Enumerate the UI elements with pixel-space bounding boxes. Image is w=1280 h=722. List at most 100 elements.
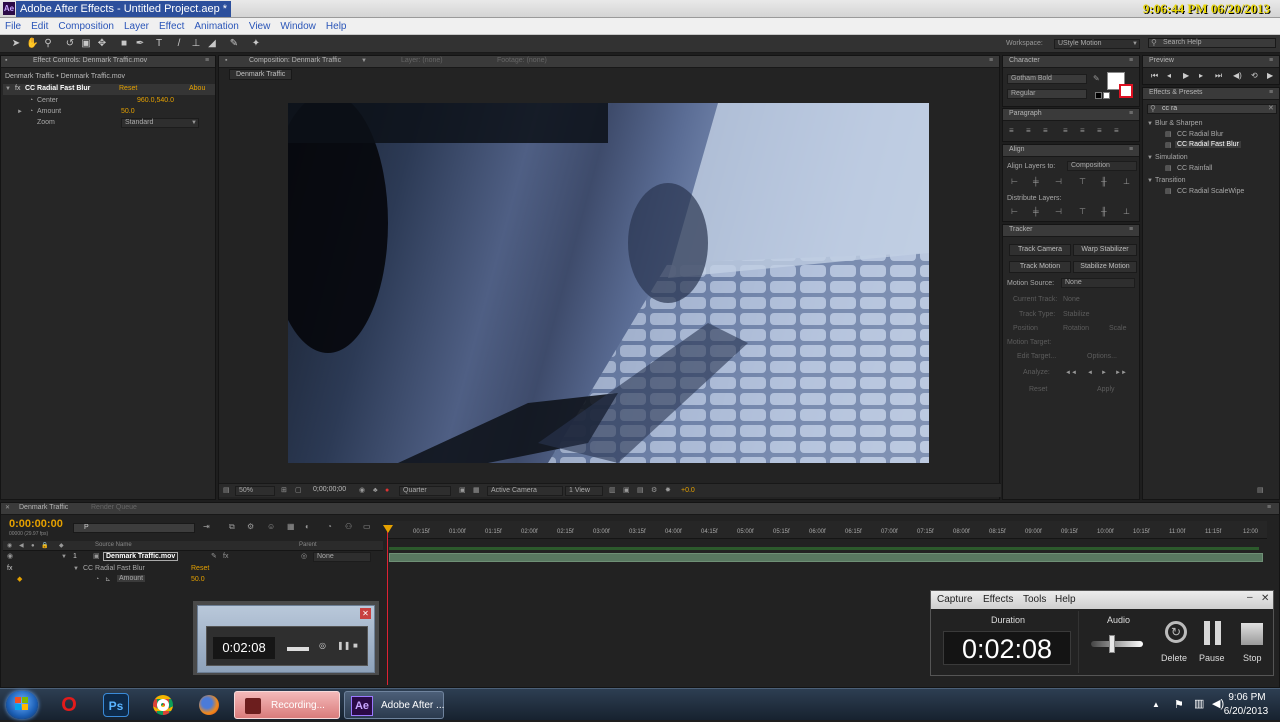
options-button[interactable]: Options...: [1087, 353, 1117, 360]
menu-view[interactable]: View: [244, 18, 276, 35]
work-area-icon[interactable]: ▭: [363, 522, 371, 532]
first-frame-icon[interactable]: ⏮: [1151, 71, 1158, 81]
rotation-tool-icon[interactable]: ↺: [64, 38, 76, 50]
panel-menu-icon[interactable]: ≡: [989, 56, 993, 66]
zoom-select[interactable]: Standard: [121, 118, 199, 128]
white-swatch[interactable]: [1103, 92, 1110, 99]
effects-search-input[interactable]: cc ra: [1147, 104, 1277, 114]
chevron-down-icon[interactable]: ▼: [361, 56, 367, 66]
eye-icon[interactable]: ◉: [7, 552, 13, 562]
align-to-select[interactable]: Composition: [1067, 161, 1137, 171]
render-queue-tab[interactable]: Render Queue: [91, 504, 137, 511]
roto-brush-tool-icon[interactable]: ✎: [228, 38, 240, 50]
previous-frame-icon[interactable]: ◂: [1167, 71, 1171, 81]
effect-layer-row[interactable]: fx ▼ CC Radial Fast Blur Reset: [3, 564, 383, 575]
system-clock-date[interactable]: 6/20/2013: [1216, 706, 1276, 717]
brainstorm-icon[interactable]: ⚇: [345, 522, 352, 532]
stopwatch-icon[interactable]: ◔: [95, 575, 99, 585]
snapshot-camera-icon[interactable]: ◉: [359, 486, 365, 496]
justify-left-icon[interactable]: ≡: [1063, 126, 1068, 136]
menu-layer[interactable]: Layer: [119, 18, 154, 35]
network-icon[interactable]: ▥: [1194, 697, 1204, 710]
rotation-checkbox[interactable]: Rotation: [1063, 325, 1089, 332]
reset-exposure-icon[interactable]: ✸: [665, 486, 671, 496]
effects-presets-tab[interactable]: Effects & Presets: [1149, 89, 1203, 96]
zoom-tool-icon[interactable]: ⚲: [42, 38, 54, 50]
distribute-icon[interactable]: ╪: [1033, 207, 1039, 217]
analyze-forward-icon[interactable]: ►: [1101, 368, 1107, 378]
exposure-value[interactable]: +0.0: [681, 487, 695, 494]
align-left-icon[interactable]: ⊢: [1011, 177, 1018, 187]
effect-controls-tab[interactable]: Effect Controls: Denmark Traffic.mov: [33, 57, 147, 64]
close-tab-icon[interactable]: ✕: [5, 503, 10, 513]
align-horizontal-center-icon[interactable]: ╪: [1033, 177, 1039, 187]
preview-tab[interactable]: Preview: [1149, 57, 1174, 64]
panel-lock-icon[interactable]: ▪: [225, 56, 227, 66]
panel-menu-icon[interactable]: ≡: [1269, 88, 1273, 98]
align-right-text-icon[interactable]: ≡: [1043, 126, 1048, 136]
align-top-icon[interactable]: ⊤: [1079, 177, 1086, 187]
minimize-icon[interactable]: –: [1247, 592, 1253, 603]
show-hidden-icons-icon[interactable]: ▲: [1152, 700, 1160, 709]
transparency-grid-icon[interactable]: ▦: [473, 486, 480, 496]
align-left-text-icon[interactable]: ≡: [1009, 126, 1014, 136]
zoom-level-select[interactable]: 50%: [235, 486, 275, 496]
shy-switch-icon[interactable]: ✎: [211, 552, 217, 562]
menu-window[interactable]: Window: [275, 18, 321, 35]
analyze-step-forward-icon[interactable]: ►►: [1115, 368, 1127, 378]
draft-3d-icon[interactable]: ⚙: [247, 522, 254, 532]
search-help-input[interactable]: Search Help: [1148, 38, 1276, 48]
frame-blending-icon[interactable]: ▦: [287, 522, 295, 532]
reset-track-button[interactable]: Reset: [1029, 386, 1047, 393]
delete-button[interactable]: ↻ Delete: [1159, 621, 1193, 667]
region-of-interest-icon[interactable]: ▣: [459, 486, 466, 496]
time-ruler[interactable]: 00:15f 01:00f 01:15f 02:00f 02:15f 03:00…: [387, 521, 1267, 539]
hand-tool-icon[interactable]: ✋: [26, 38, 38, 50]
recorder-menu-effects[interactable]: Effects: [983, 594, 1013, 605]
audio-icon[interactable]: ◀): [1233, 71, 1242, 81]
tracker-tab[interactable]: Tracker: [1009, 226, 1032, 233]
menu-file[interactable]: File: [0, 18, 26, 35]
timeline-current-time[interactable]: 0:00:00:00: [9, 518, 63, 530]
tree-item-cc-radial-fast-blur[interactable]: ▤ CC Radial Fast Blur: [1147, 141, 1277, 152]
align-vertical-center-icon[interactable]: ╫: [1101, 177, 1107, 187]
new-folder-icon[interactable]: ▤: [1257, 486, 1264, 496]
pickwhip-icon[interactable]: ◎: [301, 552, 307, 562]
pause-button[interactable]: Pause: [1197, 621, 1231, 667]
toggle-pixel-aspect-icon[interactable]: ▥: [609, 486, 616, 496]
amount-property-row[interactable]: ◆ ◔ ⊾ Amount 50.0: [3, 575, 383, 586]
effect-about-link[interactable]: Abou: [189, 85, 205, 92]
magnify-icon[interactable]: ▤: [223, 486, 230, 496]
recorder-menu-capture[interactable]: Capture: [937, 594, 973, 605]
fx-icon[interactable]: fx: [15, 84, 20, 94]
stopwatch-icon[interactable]: ◔: [29, 107, 33, 117]
workspace-select[interactable]: UStyle Motion: [1054, 39, 1140, 49]
panel-menu-icon[interactable]: ≡: [1129, 56, 1133, 66]
fx-icon[interactable]: fx: [7, 564, 12, 574]
active-camera-select[interactable]: Active Camera: [487, 486, 563, 496]
justify-center-icon[interactable]: ≡: [1080, 126, 1085, 136]
tree-item-cc-radial-blur[interactable]: ▤ CC Radial Blur: [1147, 130, 1277, 141]
stopwatch-icon[interactable]: ◔: [29, 96, 33, 106]
clone-stamp-tool-icon[interactable]: ⊥: [190, 38, 202, 50]
distribute-icon[interactable]: ⊤: [1079, 207, 1086, 217]
recorder-menu-help[interactable]: Help: [1055, 594, 1076, 605]
grid-overlay-icon[interactable]: ⊞: [281, 486, 287, 496]
font-style-select[interactable]: Regular: [1007, 89, 1087, 99]
mask-visibility-icon[interactable]: ▢: [295, 486, 302, 496]
footage-tab[interactable]: Footage: (none): [497, 57, 547, 64]
puppet-tool-icon[interactable]: ✦: [250, 38, 262, 50]
graph-editor-icon[interactable]: ◔: [327, 522, 332, 532]
work-area-bar[interactable]: [389, 547, 1259, 550]
distribute-icon[interactable]: ⊣: [1055, 207, 1062, 217]
expand-triangle-icon[interactable]: ▼: [73, 564, 79, 574]
audio-slider-thumb[interactable]: [1109, 635, 1115, 653]
menu-help[interactable]: Help: [321, 18, 352, 35]
stroke-color-swatch[interactable]: [1119, 84, 1133, 98]
menu-animation[interactable]: Animation: [189, 18, 243, 35]
timeline-icon[interactable]: ▤: [637, 486, 644, 496]
photoshop-icon[interactable]: Ps: [103, 693, 129, 717]
panel-menu-icon[interactable]: ≡: [205, 56, 209, 66]
close-icon[interactable]: ✕: [360, 608, 371, 619]
layer-tab[interactable]: Layer: (none): [401, 57, 443, 64]
